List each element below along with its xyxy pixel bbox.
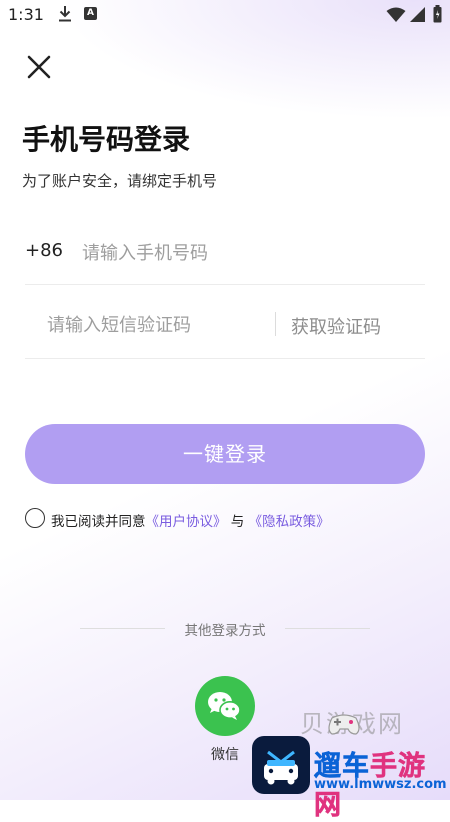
get-code-button[interactable]: 获取验证码 <box>291 313 381 339</box>
agreement-prefix: 我已阅读并同意 <box>51 514 146 530</box>
close-button[interactable] <box>24 52 54 82</box>
other-login-label: 其他登录方式 <box>184 623 266 639</box>
close-icon <box>27 55 51 79</box>
sms-code-input[interactable] <box>45 306 274 344</box>
code-divider <box>275 312 276 336</box>
download-icon <box>59 6 71 22</box>
battery-icon <box>433 5 442 23</box>
status-time: 1:31 <box>8 5 44 24</box>
site-watermark: 贝游戏网 遛车手游网 www.lmwwsz.com <box>248 704 448 821</box>
page-title: 手机号码登录 <box>22 123 191 156</box>
code-row: 获取验证码 <box>25 292 425 359</box>
wifi-icon <box>386 7 406 22</box>
country-code[interactable]: +86 <box>25 240 63 261</box>
wechat-login-button[interactable] <box>195 676 255 736</box>
status-bar: 1:31 A <box>0 0 450 30</box>
agreement-checkbox[interactable] <box>25 508 45 528</box>
user-agreement-link[interactable]: 《用户协议》 <box>146 514 227 530</box>
watermark-logo <box>252 736 310 794</box>
wechat-label: 微信 <box>211 747 239 763</box>
wechat-icon <box>208 692 241 720</box>
phone-row: +86 <box>25 222 425 285</box>
phone-input[interactable] <box>80 234 414 272</box>
signal-icon <box>410 7 425 22</box>
page-subtitle: 为了账户安全，请绑定手机号 <box>22 172 218 190</box>
agreement-joiner: 与 <box>230 514 245 530</box>
gamepad-icon <box>328 714 360 735</box>
watermark-url: www.lmwwsz.com <box>314 777 447 792</box>
one-click-login-button[interactable]: 一键登录 <box>25 424 425 484</box>
privacy-policy-link[interactable]: 《隐私政策》 <box>249 514 330 530</box>
agreement-text: 我已阅读并同意《用户协议》 与 《隐私政策》 <box>51 510 330 530</box>
notification-a-icon: A <box>84 7 97 20</box>
divider-left <box>80 628 165 629</box>
divider-right <box>285 628 370 629</box>
